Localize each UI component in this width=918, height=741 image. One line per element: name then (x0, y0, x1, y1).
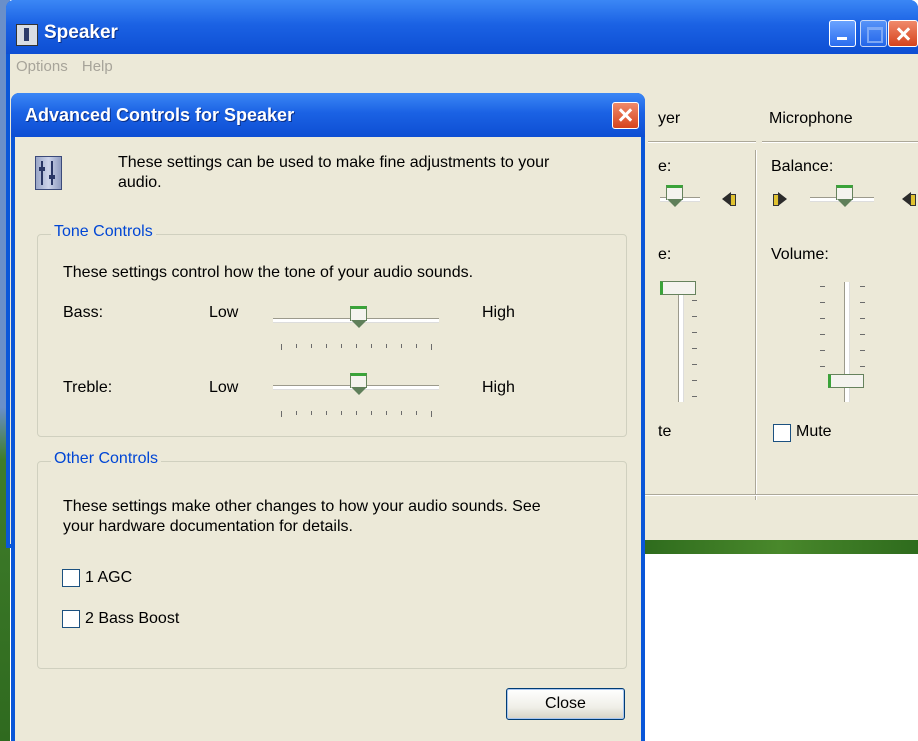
tick (356, 411, 357, 415)
dialog-close-x-button[interactable] (612, 102, 639, 129)
bass-boost-label[interactable]: 2 Bass Boost (85, 609, 179, 629)
bass-high-label: High (482, 304, 515, 321)
tick (820, 286, 825, 287)
tone-controls-description: These settings control how the tone of y… (63, 264, 474, 281)
player-column-header: yer (658, 110, 681, 127)
speaker-title-bar[interactable]: Speaker (6, 0, 918, 54)
desktop-background (640, 540, 918, 554)
dialog-description-line2: audio. (118, 174, 162, 191)
dialog-description-line1: These settings can be used to make fine … (118, 154, 550, 171)
tick (820, 318, 825, 319)
player-volume-label: e: (658, 246, 672, 263)
tick (692, 364, 697, 365)
dialog-title: Advanced Controls for Speaker (25, 105, 295, 125)
microphone-balance-label: Balance: (771, 158, 834, 175)
other-controls-group (37, 461, 627, 669)
agc-checkbox[interactable] (62, 569, 80, 587)
advanced-controls-dialog: Advanced Controls for Speaker These sett… (11, 93, 645, 741)
tick (311, 411, 312, 415)
tick (820, 302, 825, 303)
close-button[interactable]: Close (506, 688, 625, 720)
tick (860, 350, 865, 351)
tick (281, 344, 282, 350)
agc-label[interactable]: 1 AGC (85, 568, 132, 588)
tick (431, 344, 432, 350)
tick (326, 411, 327, 415)
minimize-button[interactable] (829, 20, 856, 47)
tick (296, 344, 297, 348)
volume-control-icon (16, 24, 38, 46)
tick (431, 411, 432, 417)
tick (860, 318, 865, 319)
audio-settings-icon (35, 156, 62, 190)
header-divider (648, 141, 756, 143)
tick (416, 411, 417, 415)
tick (860, 366, 865, 367)
tick (401, 411, 402, 415)
tick (401, 344, 402, 348)
tick (311, 344, 312, 348)
menu-options[interactable]: Options (16, 58, 68, 75)
treble-high-label: High (482, 379, 515, 396)
tick (281, 411, 282, 417)
tick (341, 344, 342, 348)
tick (692, 316, 697, 317)
tick (692, 332, 697, 333)
speaker-menu-bar: Options Help (16, 58, 123, 75)
dialog-client: These settings can be used to make fine … (15, 137, 641, 741)
tick (296, 411, 297, 415)
tick (692, 396, 697, 397)
tick (820, 366, 825, 367)
header-divider (762, 141, 918, 143)
maximize-button[interactable] (860, 20, 887, 47)
menu-help[interactable]: Help (82, 58, 113, 75)
bass-slider[interactable] (349, 306, 367, 328)
tick (356, 344, 357, 348)
tick (820, 350, 825, 351)
player-volume-slider[interactable] (660, 281, 696, 295)
tick (326, 344, 327, 348)
speaker-right-icon (900, 190, 916, 208)
microphone-mute-label[interactable]: Mute (796, 423, 832, 441)
other-controls-description-line1: These settings make other changes to how… (63, 498, 541, 515)
other-controls-description-line2: your hardware documentation for details. (63, 518, 353, 535)
player-mute-label[interactable]: te (658, 423, 671, 441)
tick (692, 300, 697, 301)
tick (860, 302, 865, 303)
treble-slider[interactable] (349, 373, 367, 395)
bass-boost-checkbox[interactable] (62, 610, 80, 628)
microphone-volume-label: Volume: (771, 246, 829, 263)
tick (860, 334, 865, 335)
speaker-close-button[interactable] (888, 20, 918, 47)
status-divider (640, 494, 918, 496)
other-controls-label: Other Controls (51, 450, 162, 468)
tick (692, 380, 697, 381)
treble-label: Treble: (63, 379, 113, 396)
microphone-balance-slider[interactable] (836, 185, 853, 207)
microphone-mute-checkbox[interactable] (773, 424, 791, 442)
bass-low-label: Low (209, 304, 239, 321)
bass-label: Bass: (63, 304, 104, 321)
speaker-left-icon (773, 190, 788, 208)
player-balance-label: e: (658, 158, 672, 175)
tone-controls-label: Tone Controls (51, 223, 156, 241)
tick (416, 344, 417, 348)
speaker-right-icon (720, 190, 736, 208)
treble-low-label: Low (209, 379, 239, 396)
tick (371, 411, 372, 415)
dialog-title-bar[interactable]: Advanced Controls for Speaker (11, 93, 645, 137)
tick (341, 411, 342, 415)
tick (820, 334, 825, 335)
player-balance-slider[interactable] (666, 185, 683, 207)
column-divider (755, 150, 757, 500)
tick (386, 411, 387, 415)
microphone-column-header: Microphone (769, 110, 853, 127)
tick (860, 286, 865, 287)
tick (386, 344, 387, 348)
tick (692, 348, 697, 349)
tick (371, 344, 372, 348)
microphone-volume-slider[interactable] (828, 374, 864, 388)
player-volume-track (678, 282, 684, 402)
speaker-window-title: Speaker (44, 22, 118, 43)
